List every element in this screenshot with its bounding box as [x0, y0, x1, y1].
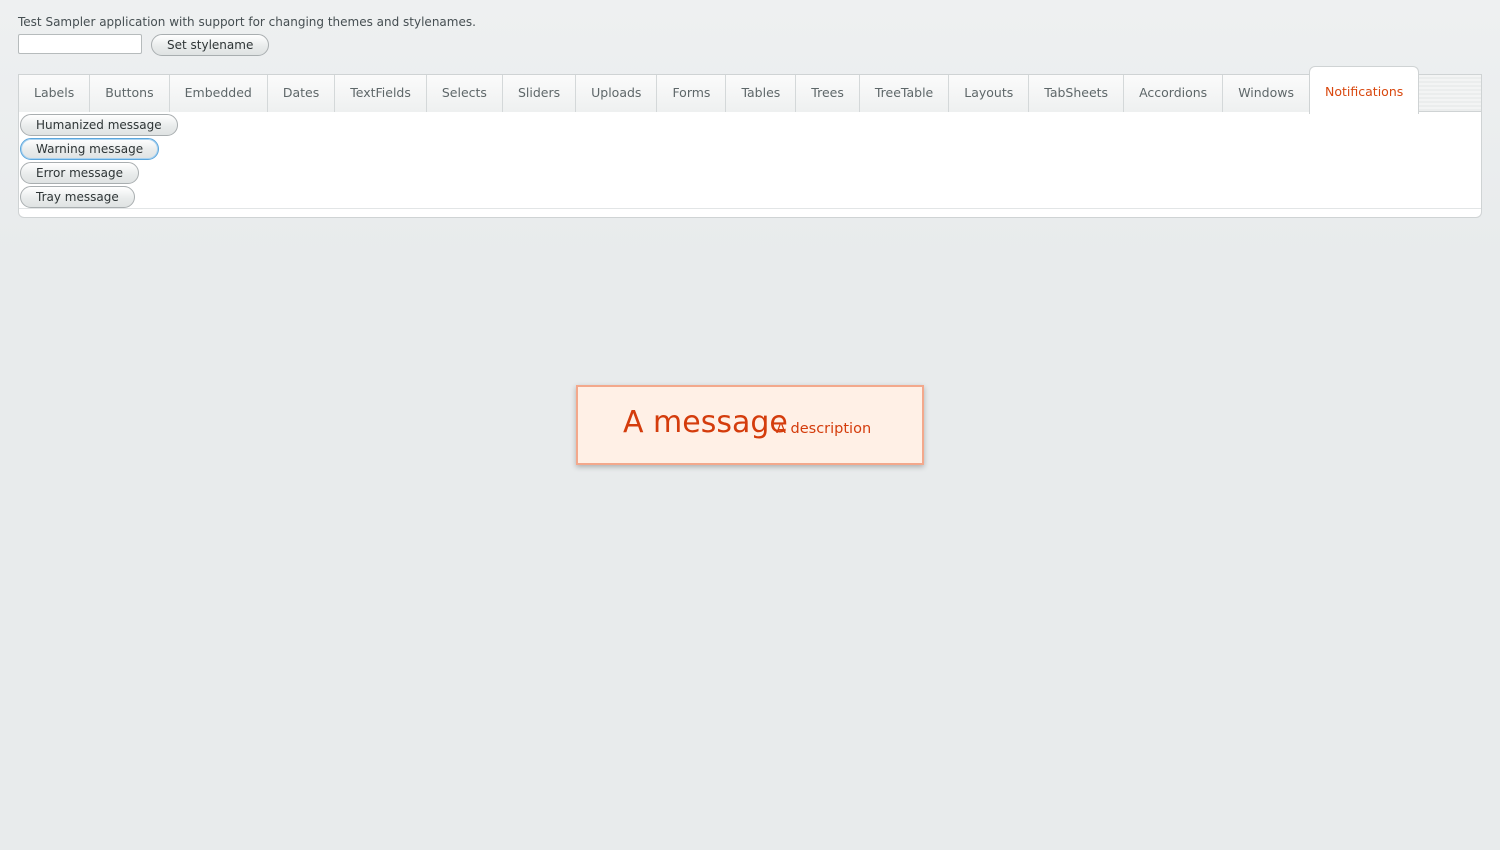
warning-message-button[interactable]: Warning message	[20, 138, 160, 160]
tab-bar: Labels Buttons Embedded Dates TextFields Sele…	[19, 66, 1481, 114]
tabsheet-bottom-divider	[19, 208, 1481, 209]
notifications-tab-content: Humanized message Warning message Error me…	[20, 114, 178, 210]
tab-forms[interactable]: Forms	[657, 75, 727, 112]
set-stylename-button[interactable]: Set stylename	[151, 34, 270, 56]
tab-sliders[interactable]: Sliders	[502, 75, 577, 112]
tab-selects[interactable]: Selects	[426, 75, 503, 112]
tab-layouts[interactable]: Layouts	[949, 75, 1030, 112]
notification-caption: A message	[623, 405, 788, 440]
tab-notifications[interactable]: Notifications	[1309, 66, 1420, 114]
tab-accordions[interactable]: Accordions	[1124, 75, 1224, 112]
component-tabsheet: Labels Buttons Embedded Dates TextFields Sele…	[18, 66, 1482, 218]
tray-message-button[interactable]: Tray message	[20, 186, 135, 208]
tab-uploads[interactable]: Uploads	[576, 75, 658, 112]
humanized-message-button[interactable]: Humanized message	[20, 114, 178, 136]
stylename-input[interactable]	[18, 34, 142, 54]
tab-labels[interactable]: Labels	[19, 75, 91, 112]
tab-embedded[interactable]: Embedded	[169, 75, 268, 112]
warning-notification[interactable]: A message A description	[576, 385, 924, 465]
intro-text: Test Sampler application with support fo…	[18, 15, 476, 29]
tab-tabsheets[interactable]: TabSheets	[1029, 75, 1125, 112]
tab-dates[interactable]: Dates	[267, 75, 336, 112]
tab-trees[interactable]: Trees	[796, 75, 860, 112]
page: Test Sampler application with support fo…	[0, 0, 1500, 850]
tab-treetable[interactable]: TreeTable	[859, 75, 950, 112]
notification-description: A description	[776, 421, 872, 437]
tab-textfields[interactable]: TextFields	[335, 75, 427, 112]
tab-windows[interactable]: Windows	[1223, 75, 1311, 112]
tab-tables[interactable]: Tables	[726, 75, 797, 112]
tab-buttons[interactable]: Buttons	[90, 75, 170, 112]
error-message-button[interactable]: Error message	[20, 162, 139, 184]
